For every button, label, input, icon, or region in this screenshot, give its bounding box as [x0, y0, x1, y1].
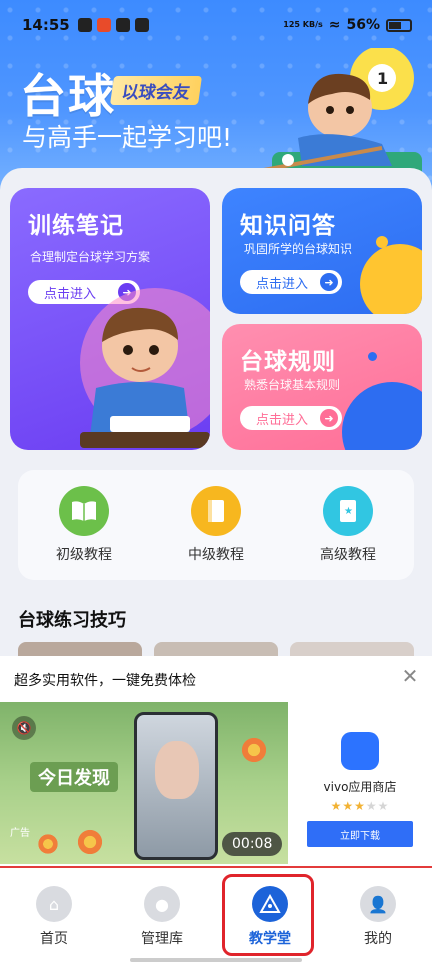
- status-bar: 14:55 125 KB/s ≈ 56%: [22, 14, 412, 36]
- ad-video-text: 今日发现: [30, 762, 118, 792]
- nav-label: 首页: [40, 931, 68, 947]
- user-icon: 👤: [360, 886, 396, 922]
- wifi-icon: ≈: [328, 17, 341, 33]
- decor-dot: [376, 236, 388, 248]
- card-desc: 合理制定台球学习方案: [30, 250, 151, 264]
- battery-text: 56%: [346, 17, 380, 33]
- battery-icon: [386, 18, 412, 32]
- tutorial-label: 中级教程: [188, 547, 244, 563]
- section-title: 台球练习技巧: [18, 610, 126, 631]
- book-open-icon: [59, 486, 109, 536]
- enter-label: 点击进入: [256, 276, 309, 292]
- book-icon: [191, 486, 241, 536]
- decor-circle: [342, 382, 422, 450]
- card-title: 知识问答: [240, 213, 336, 239]
- close-icon[interactable]: ✕: [398, 664, 422, 688]
- flower-decor: [76, 828, 104, 856]
- card-title: 训练笔记: [28, 213, 124, 239]
- tutorial-advanced[interactable]: ★ 高级教程: [293, 486, 403, 564]
- svg-text:★: ★: [344, 506, 353, 517]
- face-shape: [155, 741, 199, 799]
- rating-stars: ★★★★★: [330, 799, 390, 813]
- tutorial-label: 高级教程: [320, 547, 376, 563]
- enter-label: 点击进入: [256, 412, 309, 428]
- nav-home[interactable]: ⌂ 首页: [0, 868, 108, 964]
- mute-icon[interactable]: 🔇: [12, 716, 36, 740]
- selection-highlight: [222, 874, 314, 956]
- nav-label: 我的: [364, 931, 392, 947]
- bottom-nav: ⌂ 首页 ● 管理库 教学堂 👤 我的: [0, 866, 432, 964]
- decor-dot: [368, 352, 377, 361]
- knowledge-qa-card[interactable]: 知识问答 巩固所学的台球知识 点击进入 ➜: [222, 188, 422, 314]
- tutorial-beginner[interactable]: 初级教程: [29, 486, 139, 564]
- knowledge-enter-button[interactable]: 点击进入 ➜: [240, 270, 342, 294]
- flower-decor: [240, 736, 268, 764]
- calendar-icon: [115, 18, 130, 32]
- download-button[interactable]: 立即下载: [307, 821, 413, 847]
- ad-app-panel: vivo应用商店 ★★★★★ 立即下载: [288, 702, 432, 864]
- tutorial-intermediate[interactable]: 中级教程: [161, 486, 271, 564]
- svg-text:1: 1: [377, 69, 388, 88]
- arrow-right-icon: ➜: [320, 409, 338, 427]
- app-name: vivo应用商店: [323, 780, 397, 794]
- ad-banner[interactable]: 超多实用软件，一键免费体检 ✕ 🔇 今日发现 广告 00:08 vivo应用商店…: [0, 656, 432, 866]
- billiard-rules-card[interactable]: 台球规则 熟悉台球基本规则 点击进入 ➜: [222, 324, 422, 450]
- ad-label: 广告: [10, 828, 30, 839]
- mail-icon: [134, 18, 149, 32]
- decor-circle: [360, 244, 422, 314]
- network-speed: 125 KB/s: [283, 20, 323, 29]
- tutorial-label: 初级教程: [56, 547, 112, 563]
- nav-profile[interactable]: 👤 我的: [324, 868, 432, 964]
- arrow-right-icon: ➜: [320, 273, 338, 291]
- notification-icon: [77, 18, 92, 32]
- home-indicator[interactable]: [130, 958, 302, 962]
- card-desc: 巩固所学的台球知识: [244, 242, 353, 256]
- status-time: 14:55: [22, 16, 70, 34]
- home-icon: ⌂: [36, 886, 72, 922]
- ad-video[interactable]: 🔇 今日发现 广告 00:08: [0, 702, 288, 864]
- tutorial-row: 初级教程 中级教程 ★ 高级教程: [18, 470, 414, 580]
- training-notes-card[interactable]: 训练笔记 合理制定台球学习方案 点击进入 ➜: [10, 188, 210, 450]
- rules-enter-button[interactable]: 点击进入 ➜: [240, 406, 342, 430]
- flower-decor: [36, 832, 60, 856]
- ad-headline: 超多实用软件，一键免费体检: [14, 673, 196, 689]
- header-subtitle: 与高手一起学习吧!: [22, 123, 233, 152]
- phone-mockup: [134, 712, 218, 860]
- title-tag: 以球会友: [109, 76, 203, 105]
- app-notification-icon: [96, 18, 111, 32]
- app-title: 台球: [20, 69, 116, 123]
- writing-boy-illustration: [80, 307, 210, 448]
- nav-library[interactable]: ● 管理库: [108, 868, 216, 964]
- video-timer: 00:08: [222, 832, 283, 856]
- app-store-icon: [341, 732, 379, 770]
- card-desc: 熟悉台球基本规则: [244, 378, 341, 392]
- card-title: 台球规则: [240, 349, 336, 375]
- nav-label: 管理库: [141, 931, 183, 947]
- book-star-icon: ★: [323, 486, 373, 536]
- billiard-ball-icon: ●: [144, 886, 180, 922]
